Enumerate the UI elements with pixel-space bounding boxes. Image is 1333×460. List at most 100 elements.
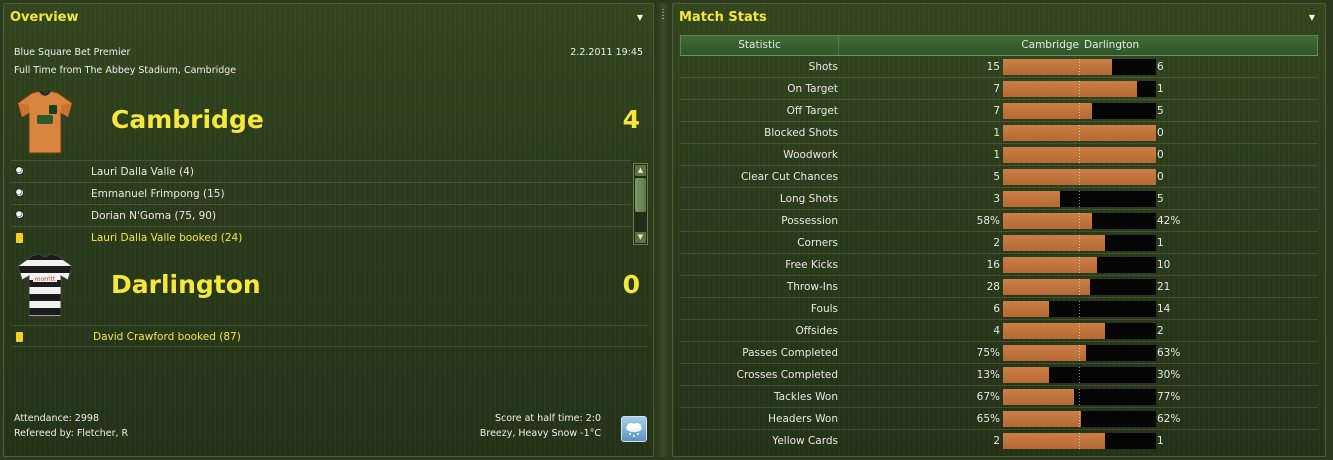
scroll-down-icon[interactable]: ▼ — [635, 232, 646, 243]
stat-midline — [1079, 323, 1080, 339]
stat-home-value: 75% — [976, 347, 1000, 359]
stat-midline — [1079, 59, 1080, 75]
stat-home-value: 2 — [993, 237, 1000, 249]
stat-midline — [1079, 279, 1080, 295]
stat-label: Yellow Cards — [772, 435, 838, 447]
stat-label: Tackles Won — [774, 391, 838, 403]
away-team-name[interactable]: Darlington — [111, 270, 261, 299]
home-event-row: Lauri Dalla Valle booked (24) — [11, 226, 631, 248]
stat-home-fill — [1003, 59, 1112, 75]
competition-name: Blue Square Bet Premier — [14, 47, 131, 58]
stat-label: Free Kicks — [785, 259, 838, 271]
stat-away-value: 5 — [1157, 105, 1164, 117]
stat-home-value: 7 — [993, 83, 1000, 95]
home-event-row: Lauri Dalla Valle (4) — [11, 160, 631, 182]
stat-away-value: 21 — [1157, 281, 1171, 293]
stat-label: Crosses Completed — [736, 369, 838, 381]
column-statistic[interactable]: Statistic — [681, 36, 839, 55]
stat-label: Off Target — [786, 105, 838, 117]
overview-panel: Overview ▼ Blue Square Bet Premier 2.2.2… — [3, 3, 654, 457]
home-event-row: Dorian N'Goma (75, 90) — [11, 204, 631, 226]
stat-home-value: 4 — [993, 325, 1000, 337]
scroll-thumb[interactable] — [635, 178, 646, 212]
stat-away-value: 77% — [1157, 391, 1181, 403]
stat-row: Corners 2 1 — [680, 231, 1318, 253]
stat-row: Clear Cut Chances 5 0 — [680, 165, 1318, 187]
stat-home-value: 67% — [976, 391, 1000, 403]
stat-away-value: 0 — [1157, 171, 1164, 183]
stat-label: Clear Cut Chances — [740, 171, 838, 183]
stat-row: Woodwork 1 0 — [680, 143, 1318, 165]
stat-away-value: 6 — [1157, 61, 1164, 73]
stat-row: On Target 7 1 — [680, 77, 1318, 99]
stat-away-value: 62% — [1157, 413, 1181, 425]
home-team-score: 4 — [622, 105, 640, 134]
stat-midline — [1079, 191, 1080, 207]
stats-table-header: Statistic Cambridge Darlington — [680, 35, 1318, 56]
stat-comparison-bar — [1003, 213, 1156, 229]
stat-home-fill — [1003, 81, 1137, 97]
stat-row: Crosses Completed 13% 30% — [680, 363, 1318, 385]
stat-midline — [1079, 301, 1080, 317]
half-time-score: Score at half time: 2:0 — [494, 413, 601, 424]
stat-row: Tackles Won 67% 77% — [680, 385, 1318, 407]
yellow-card-icon — [16, 233, 23, 243]
stat-home-value: 65% — [976, 413, 1000, 425]
stat-comparison-bar — [1003, 367, 1156, 383]
stat-away-value: 30% — [1157, 369, 1181, 381]
stat-label: Offsides — [795, 325, 838, 337]
stat-home-value: 2 — [993, 435, 1000, 447]
stat-home-fill — [1003, 191, 1060, 207]
stat-away-value: 42% — [1157, 215, 1181, 227]
stat-home-value: 6 — [993, 303, 1000, 315]
stat-row: Off Target 7 5 — [680, 99, 1318, 121]
stat-row: Shots 15 6 — [680, 55, 1318, 77]
stat-comparison-bar — [1003, 169, 1156, 185]
dropdown-arrow-icon[interactable]: ▼ — [633, 11, 647, 25]
dropdown-arrow-icon[interactable]: ▼ — [1305, 11, 1319, 25]
stat-comparison-bar — [1003, 191, 1156, 207]
stat-away-value: 10 — [1157, 259, 1171, 271]
stat-home-value: 7 — [993, 105, 1000, 117]
column-home-team[interactable]: Cambridge — [851, 36, 1079, 55]
stat-home-fill — [1003, 323, 1105, 339]
stat-row: Offsides 4 2 — [680, 319, 1318, 341]
stat-home-value: 15 — [986, 61, 1000, 73]
panel-splitter[interactable] — [657, 3, 669, 457]
column-away-team[interactable]: Darlington — [1084, 36, 1139, 55]
event-text: David Crawford booked (87) — [93, 331, 241, 343]
home-team-name[interactable]: Cambridge — [111, 105, 264, 134]
football-icon — [15, 188, 24, 197]
stat-label: Possession — [781, 215, 838, 227]
stat-comparison-bar — [1003, 59, 1156, 75]
stat-row: Headers Won 65% 62% — [680, 407, 1318, 429]
stat-home-value: 3 — [993, 193, 1000, 205]
stat-midline — [1079, 235, 1080, 251]
event-text: Emmanuel Frimpong (15) — [91, 188, 225, 200]
overview-title: Overview — [10, 10, 79, 25]
stat-midline — [1079, 411, 1080, 427]
splitter-grip[interactable] — [662, 9, 664, 21]
stat-midline — [1079, 345, 1080, 361]
stat-home-fill — [1003, 433, 1105, 449]
stat-comparison-bar — [1003, 345, 1156, 361]
snow-cloud-icon — [621, 416, 647, 442]
stat-home-value: 1 — [993, 149, 1000, 161]
stat-row: Throw-Ins 28 21 — [680, 275, 1318, 297]
stat-row: Possession 58% 42% — [680, 209, 1318, 231]
stat-label: Long Shots — [779, 193, 838, 205]
away-team-score: 0 — [622, 270, 640, 299]
yellow-card-icon — [16, 332, 23, 342]
stat-home-fill — [1003, 257, 1097, 273]
stat-midline — [1079, 169, 1080, 185]
scroll-up-icon[interactable]: ▲ — [635, 165, 646, 176]
stat-row: Yellow Cards 2 1 — [680, 429, 1318, 451]
stat-away-value: 2 — [1157, 325, 1164, 337]
stat-midline — [1079, 125, 1080, 141]
stat-home-value: 16 — [986, 259, 1000, 271]
events-scrollbar[interactable]: ▲ ▼ — [633, 163, 648, 245]
stat-label: Headers Won — [768, 413, 838, 425]
event-text: Lauri Dalla Valle (4) — [91, 166, 194, 178]
stat-label: Corners — [797, 237, 838, 249]
stat-away-value: 14 — [1157, 303, 1171, 315]
